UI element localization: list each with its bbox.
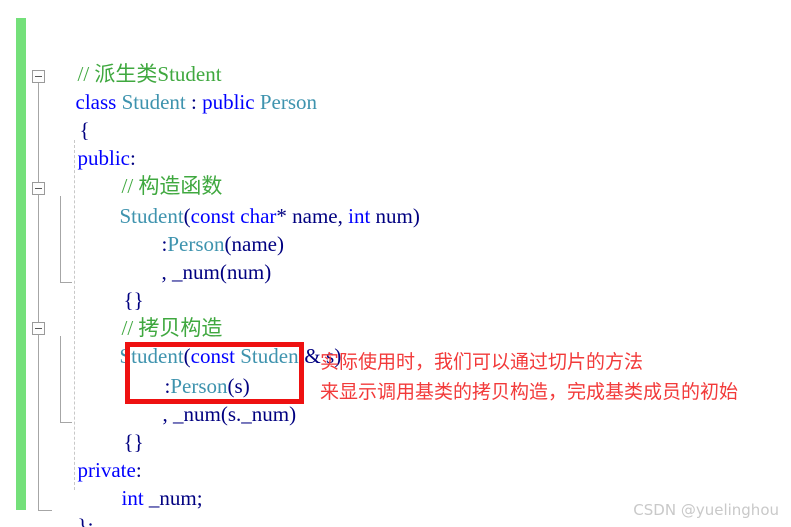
fold-marker-copy-ctor[interactable] bbox=[32, 322, 45, 335]
code-line[interactable]: class Student : public Person bbox=[44, 60, 318, 114]
code-token-identifier: _num bbox=[173, 402, 221, 426]
code-token-paren: ) bbox=[264, 260, 272, 284]
fold-foot-copy bbox=[60, 422, 72, 423]
code-token-type: Person bbox=[259, 90, 318, 114]
code-editor-surface[interactable]: // 派生类Student class Student : public Per… bbox=[0, 0, 791, 527]
code-line[interactable]: private: bbox=[46, 428, 142, 482]
fold-line-inner-copy bbox=[60, 336, 61, 422]
code-line[interactable]: {} bbox=[92, 400, 144, 454]
code-token-keyword: int bbox=[348, 204, 371, 228]
annotation-line-2: 来显示调用基类的拷贝构造，完成基类成员的初始 bbox=[320, 381, 739, 403]
code-line[interactable]: // 派生类Student bbox=[46, 32, 222, 86]
code-token-semicolon: ; bbox=[196, 486, 203, 510]
fold-foot-ctor bbox=[60, 282, 72, 283]
code-token-identifier: num bbox=[226, 260, 265, 284]
code-screenshot: // 派生类Student class Student : public Per… bbox=[0, 0, 791, 527]
code-token-colon: : bbox=[185, 90, 203, 114]
code-token-identifier: s bbox=[227, 402, 237, 426]
code-line[interactable]: }; bbox=[46, 484, 94, 527]
code-line[interactable]: { bbox=[48, 88, 90, 142]
code-line[interactable]: , _num(num) bbox=[130, 230, 272, 284]
code-token-identifier: name bbox=[292, 204, 338, 228]
code-line[interactable]: {} bbox=[92, 258, 144, 312]
fold-line-inner-ctor bbox=[60, 196, 61, 282]
code-token-identifier: num bbox=[375, 204, 413, 228]
fold-line-class bbox=[38, 83, 39, 510]
code-line[interactable]: Student(const Student& s) bbox=[88, 314, 342, 368]
code-token-brace-close: }; bbox=[77, 514, 94, 527]
code-token-paren: ( bbox=[219, 260, 227, 284]
code-line[interactable]: int _num; bbox=[90, 456, 203, 510]
code-line[interactable]: public: bbox=[46, 116, 136, 170]
highlight-rectangle bbox=[125, 342, 304, 404]
code-line[interactable]: :Person(name) bbox=[130, 202, 285, 256]
code-token-keyword: public bbox=[202, 90, 255, 114]
code-token-paren: ) bbox=[289, 402, 297, 426]
code-token-paren: ) bbox=[277, 232, 284, 256]
fold-marker-ctor[interactable] bbox=[32, 182, 45, 195]
code-token-identifier: _num bbox=[241, 402, 290, 426]
code-token-paren: ) bbox=[412, 204, 420, 228]
code-line[interactable]: Student(const char* name, int num) bbox=[88, 174, 420, 228]
code-token-comma: , bbox=[161, 260, 172, 284]
code-token-identifier: _num bbox=[172, 260, 220, 284]
code-token-keyword: int bbox=[121, 486, 144, 510]
code-token-type: Student bbox=[121, 90, 186, 114]
watermark: CSDN @yuelinghou bbox=[633, 501, 779, 519]
code-line[interactable]: // 构造函数 bbox=[90, 144, 223, 198]
code-token-comma: , bbox=[162, 402, 173, 426]
annotation-line-1: 实际使用时，我们可以通过切片的方法 bbox=[320, 351, 644, 373]
code-token-identifier: _num bbox=[148, 486, 197, 510]
code-line[interactable]: // 拷贝构造 bbox=[90, 286, 223, 340]
code-token-paren: ( bbox=[220, 402, 228, 426]
code-token-comma: , bbox=[337, 204, 349, 228]
